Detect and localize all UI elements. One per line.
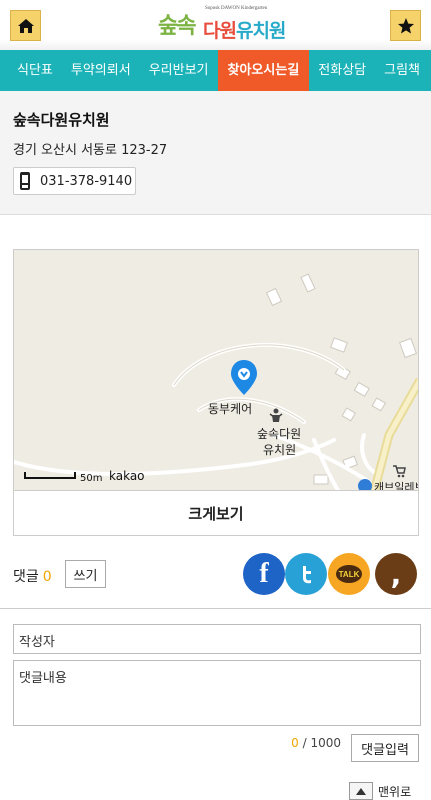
phone-button[interactable]: 031-378-9140 bbox=[13, 167, 136, 195]
divider bbox=[0, 608, 431, 609]
phone-number: 031-378-9140 bbox=[40, 173, 133, 189]
map[interactable]: 동부케어 숲속다원 유치원 캐브일레브 50m kakao bbox=[13, 249, 419, 491]
kindergarten-name: 숲속다원유치원 bbox=[13, 111, 110, 129]
nav-item-class[interactable]: 우리반보기 bbox=[140, 50, 218, 91]
kakaostory-icon: , bbox=[390, 557, 402, 591]
favorite-button[interactable] bbox=[390, 10, 421, 41]
map-place-label-1: 숲속다원 bbox=[257, 427, 301, 441]
to-top-button[interactable]: 맨위로 bbox=[349, 782, 411, 800]
address: 경기 오산시 서동로 123-27 bbox=[13, 143, 168, 158]
map-marker-label: 동부케어 bbox=[208, 402, 252, 416]
header: 숲속 Soposk DAWON Kindergarten 다원유치원 bbox=[0, 0, 431, 50]
to-top-label: 맨위로 bbox=[378, 784, 412, 799]
kakaotalk-icon: TALK bbox=[336, 565, 362, 583]
big-view-button[interactable]: 크게보기 bbox=[13, 490, 419, 536]
share-twitter-button[interactable] bbox=[285, 553, 327, 595]
facebook-icon: f bbox=[259, 558, 269, 589]
nav-item-phone-consult[interactable]: 전화상담 bbox=[309, 50, 375, 91]
logo-text-1: 숲속 bbox=[158, 14, 197, 39]
home-icon bbox=[17, 18, 34, 33]
share-kakaostory-button[interactable]: , bbox=[375, 553, 417, 595]
map-scale-label: 50m bbox=[80, 473, 102, 484]
author-input[interactable]: 작성자 bbox=[13, 624, 421, 654]
map-provider-logo: kakao bbox=[109, 469, 145, 483]
star-icon bbox=[397, 17, 414, 33]
home-button[interactable] bbox=[10, 10, 41, 41]
share-kakaotalk-button[interactable]: TALK bbox=[328, 553, 370, 595]
comment-count-label: 댓글 0 bbox=[13, 569, 52, 585]
phone-icon bbox=[14, 168, 36, 194]
logo-subtext: Soposk DAWON Kindergarten bbox=[205, 6, 268, 11]
share-facebook-button[interactable]: f bbox=[243, 553, 285, 595]
top-nav: 식단표 투약의뢰서 우리반보기 찾아오시는길 전화상담 그림책 bbox=[0, 50, 431, 91]
logo-text-2: 다원유치원 bbox=[203, 20, 286, 42]
submit-comment-button[interactable]: 댓글입력 bbox=[351, 734, 419, 762]
char-counter: 0 / 1000 bbox=[291, 736, 341, 750]
info-panel: 숲속다원유치원 경기 오산시 서동로 123-27 031-378-9140 bbox=[0, 91, 431, 215]
write-comment-button[interactable]: 쓰기 bbox=[65, 560, 106, 588]
arrow-up-icon bbox=[349, 782, 373, 800]
comment-textarea[interactable]: 댓글내용 bbox=[13, 660, 421, 726]
map-place-label-2: 유치원 bbox=[263, 443, 296, 457]
nav-item-directions[interactable]: 찾아오시는길 bbox=[217, 50, 310, 91]
nav-item-picture-book[interactable]: 그림책 bbox=[375, 50, 429, 91]
nav-item-medication[interactable]: 투약의뢰서 bbox=[62, 50, 140, 91]
comment-count: 0 bbox=[42, 569, 52, 585]
twitter-icon bbox=[303, 566, 311, 584]
nav-item-menu[interactable]: 식단표 bbox=[0, 50, 62, 91]
